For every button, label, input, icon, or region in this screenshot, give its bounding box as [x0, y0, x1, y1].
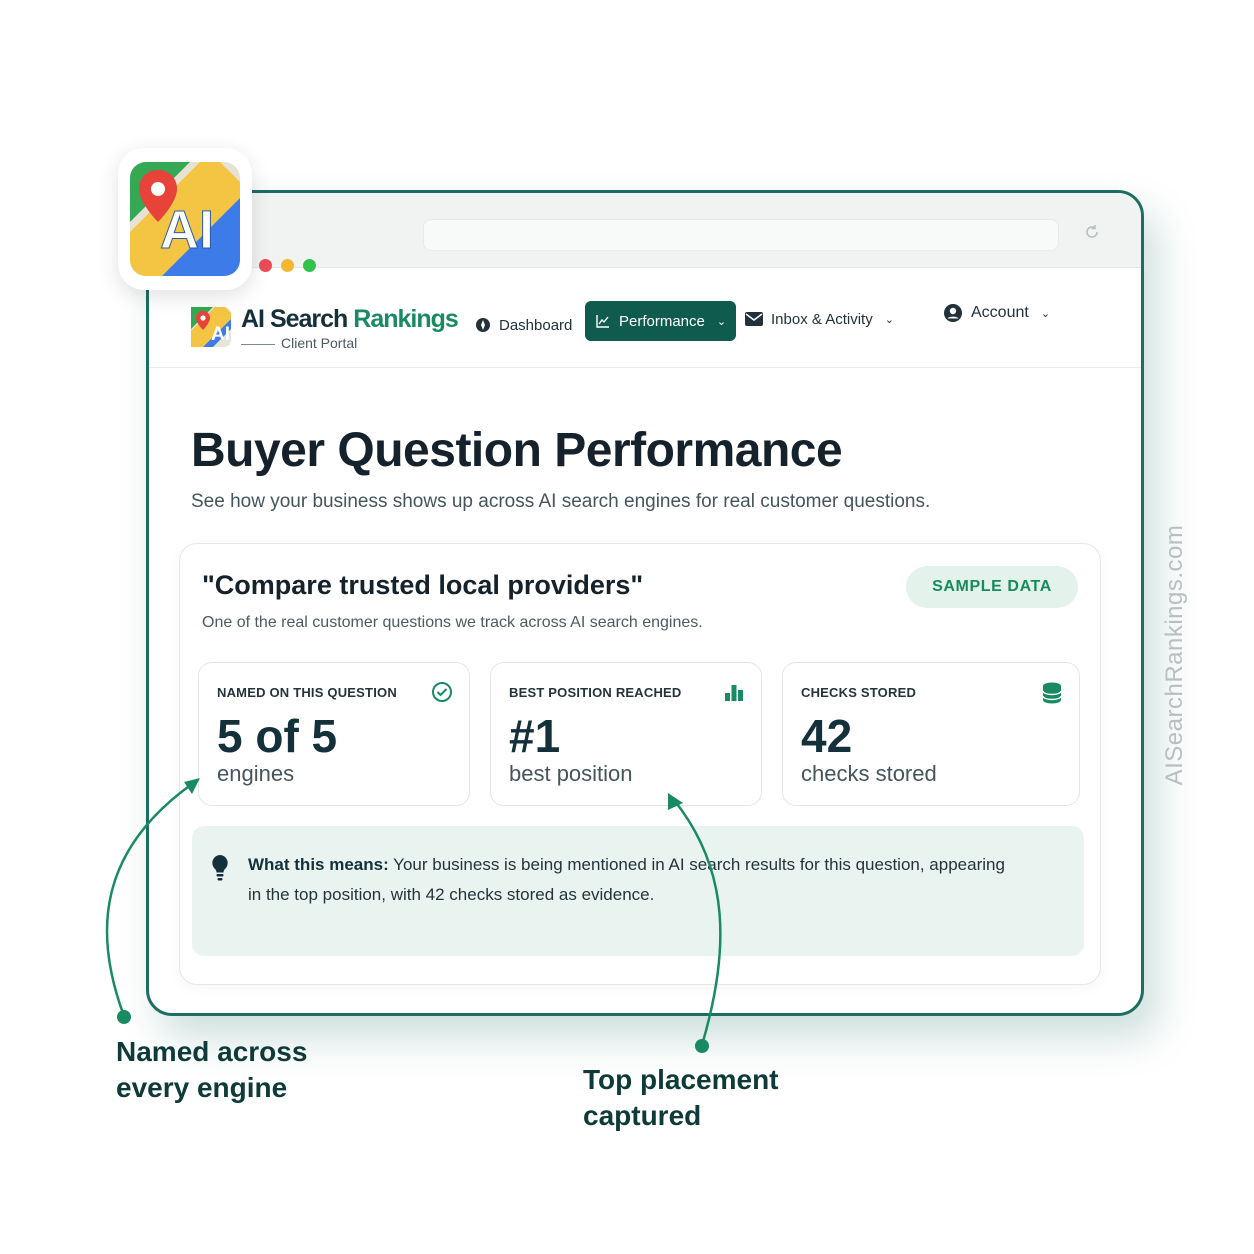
stat-label: CHECKS STORED [801, 685, 917, 700]
stat-card-checks: CHECKS STORED 42 checks stored [782, 662, 1080, 806]
stat-unit: engines [217, 761, 295, 786]
top-navigation: AI AI Search Rankings Client Portal Dash… [149, 271, 1141, 368]
sample-data-badge: SAMPLE DATA [906, 566, 1078, 608]
brand-subtitle: Client Portal [241, 335, 458, 351]
trend-chart-icon [596, 315, 609, 328]
question-subtitle: One of the real customer questions we tr… [202, 614, 703, 631]
nav-performance[interactable]: Performance ⌄ [585, 301, 737, 341]
page-title: Buyer Question Performance [191, 424, 843, 477]
chevron-down-icon: ⌄ [884, 313, 894, 326]
browser-chrome [149, 193, 1141, 272]
app-icon: AI [118, 148, 252, 290]
meaning-text: What this means: Your business is being … [248, 855, 1005, 904]
stat-value: 42 [801, 710, 853, 762]
svg-text:AI: AI [211, 324, 230, 345]
user-circle-icon [944, 304, 962, 322]
stat-value: #1 [509, 710, 561, 762]
callout-top-placement: Top placement captured [583, 1064, 779, 1131]
compass-icon [476, 318, 490, 332]
reload-icon[interactable] [1083, 223, 1103, 243]
chevron-down-icon: ⌄ [716, 315, 727, 328]
left-callout-dot [117, 1010, 131, 1024]
stat-label: NAMED ON THIS QUESTION [217, 685, 397, 700]
question-card: "Compare trusted local providers" One of… [179, 543, 1101, 985]
nav-dashboard-label: Dashboard [499, 316, 573, 334]
chevron-down-icon: ⌄ [1040, 307, 1051, 320]
nav-account[interactable]: Account ⌄ [933, 293, 1060, 333]
stat-card-best-position: BEST POSITION REACHED #1 best position [490, 662, 762, 806]
callout-named-across: Named across every engine [116, 1036, 308, 1103]
what-this-means-panel: What this means: Your business is being … [192, 826, 1084, 956]
nav-inbox-label: Inbox & Activity [771, 310, 873, 328]
right-callout-dot [695, 1039, 709, 1053]
bar-chart-icon [725, 685, 743, 701]
page-subtitle: See how your business shows up across AI… [191, 491, 931, 512]
nav-inbox-activity[interactable]: Inbox & Activity ⌄ [735, 299, 904, 339]
stat-card-named: NAMED ON THIS QUESTION 5 of 5 engines [198, 662, 470, 806]
question-title: "Compare trusted local providers" [202, 570, 644, 600]
brand[interactable]: AI Search Rankings Client Portal [241, 305, 459, 351]
brand-name: AI Search Rankings [241, 305, 459, 333]
browser-window: AI AI Search Rankings Client Portal Dash… [146, 190, 1144, 1016]
svg-text:AI: AI [160, 200, 214, 260]
stat-unit: checks stored [801, 761, 937, 786]
nav-performance-label: Performance [619, 312, 705, 330]
check-circle-icon [432, 682, 452, 702]
envelope-icon [745, 312, 763, 326]
nav-dashboard[interactable]: Dashboard [465, 305, 582, 345]
stat-label: BEST POSITION REACHED [509, 685, 682, 700]
brand-logo-icon[interactable]: AI [191, 307, 231, 347]
map-pin-ai-logo-icon: AI [130, 162, 240, 276]
address-bar[interactable] [423, 219, 1059, 251]
database-icon [1042, 682, 1062, 704]
watermark: AISearchRankings.com [1161, 524, 1188, 786]
stat-unit: best position [509, 761, 633, 786]
lightbulb-icon [212, 855, 228, 881]
nav-account-label: Account [971, 304, 1029, 321]
stat-value: 5 of 5 [217, 710, 338, 762]
